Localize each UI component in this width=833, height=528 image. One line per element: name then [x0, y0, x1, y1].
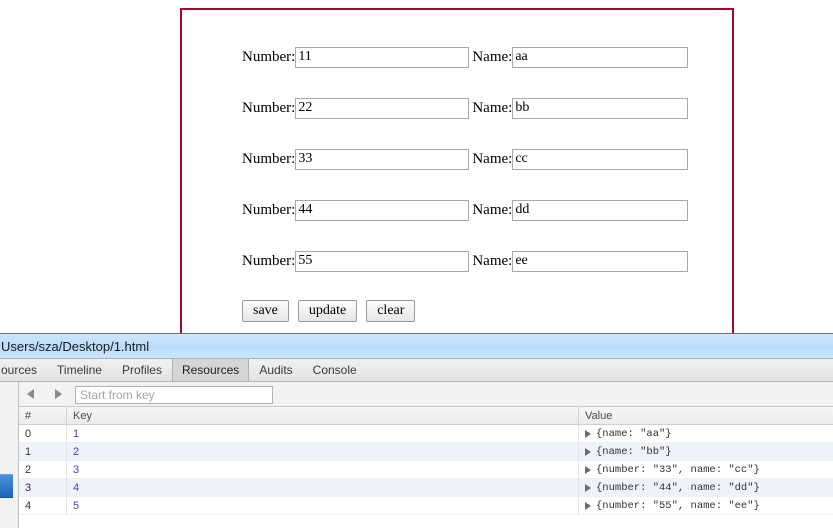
tab-profiles[interactable]: Profiles	[112, 359, 172, 381]
column-header-key[interactable]: Key	[67, 407, 579, 424]
name-input[interactable]	[512, 199, 689, 221]
tab-resources[interactable]: Resources	[171, 359, 250, 381]
devtools-tabbar: ources Timeline Profiles Resources Audit…	[0, 359, 833, 382]
number-label: Number:	[242, 202, 296, 218]
cell-value: {number: "33", name: "cc"}	[579, 461, 833, 478]
form-actions: save update clear	[242, 300, 416, 322]
number-input[interactable]	[295, 199, 470, 221]
cell-value: {number: "44", name: "dd"}	[579, 479, 833, 496]
table-row[interactable]: 4 5 {number: "55", name: "ee"}	[19, 497, 833, 515]
tab-label: Timeline	[57, 363, 102, 377]
start-from-key-input[interactable]	[75, 386, 273, 404]
disclosure-triangle-icon[interactable]	[585, 465, 591, 474]
disclosure-triangle-icon[interactable]	[585, 447, 591, 456]
record-row: Number: Name:	[242, 250, 689, 272]
name-input[interactable]	[512, 148, 689, 170]
cell-value-text: {number: "44", name: "dd"}	[596, 481, 760, 494]
cell-value: {name: "aa"}	[579, 425, 833, 442]
triangle-right-icon[interactable]	[50, 386, 66, 402]
number-input[interactable]	[295, 46, 470, 68]
devtools-panel: Users/sza/Desktop/1.html ources Timeline…	[0, 333, 833, 528]
name-label: Name:	[472, 100, 513, 116]
tab-timeline[interactable]: Timeline	[47, 359, 112, 381]
cell-index: 1	[19, 443, 67, 460]
web-page-viewport: Number: Name: Number: Name: Number: Name…	[0, 0, 833, 333]
triangle-left-icon[interactable]	[22, 386, 38, 402]
name-label: Name:	[472, 49, 513, 65]
cell-key: 4	[67, 479, 579, 496]
cell-value: {name: "bb"}	[579, 443, 833, 460]
column-header-value[interactable]: Value	[579, 407, 833, 424]
tab-audits[interactable]: Audits	[249, 359, 302, 381]
name-input[interactable]	[512, 46, 689, 68]
record-row: Number: Name:	[242, 46, 689, 68]
number-label: Number:	[242, 49, 296, 65]
save-button[interactable]: save	[242, 300, 289, 322]
disclosure-triangle-icon[interactable]	[585, 501, 591, 510]
tab-label: Console	[312, 363, 357, 377]
cell-key: 1	[67, 425, 579, 442]
number-input[interactable]	[295, 148, 470, 170]
tab-label: Resources	[181, 363, 240, 377]
update-button[interactable]: update	[297, 300, 358, 322]
table-row[interactable]: 0 1 {name: "aa"}	[19, 425, 833, 443]
disclosure-triangle-icon[interactable]	[585, 429, 591, 438]
table-row[interactable]: 2 3 {number: "33", name: "cc"}	[19, 461, 833, 479]
name-label: Name:	[472, 253, 513, 269]
tab-sources[interactable]: ources	[0, 359, 47, 381]
number-label: Number:	[242, 253, 296, 269]
name-label: Name:	[472, 151, 513, 167]
tab-label: ources	[1, 363, 38, 377]
cell-key: 2	[67, 443, 579, 460]
record-row: Number: Name:	[242, 199, 689, 221]
number-input[interactable]	[295, 97, 470, 119]
cell-index: 2	[19, 461, 67, 478]
cell-index: 0	[19, 425, 67, 442]
table-row[interactable]: 3 4 {number: "44", name: "dd"}	[19, 479, 833, 497]
number-label: Number:	[242, 100, 296, 116]
devtools-sidebar-strip	[0, 382, 19, 528]
cell-index: 3	[19, 479, 67, 496]
name-label: Name:	[472, 202, 513, 218]
cell-value-text: {name: "aa"}	[596, 427, 672, 440]
number-label: Number:	[242, 151, 296, 167]
indexeddb-datagrid: # Key Value 0 1 {name: "aa"} 1 2 {name: …	[19, 407, 833, 528]
cell-value-text: {name: "bb"}	[596, 445, 672, 458]
column-header-index[interactable]: #	[19, 407, 67, 424]
cell-key: 3	[67, 461, 579, 478]
form-container: Number: Name: Number: Name: Number: Name…	[180, 8, 734, 333]
cell-index: 4	[19, 497, 67, 514]
clear-button[interactable]: clear	[366, 300, 416, 322]
record-row: Number: Name:	[242, 148, 689, 170]
table-row[interactable]: 1 2 {name: "bb"}	[19, 443, 833, 461]
number-input[interactable]	[295, 250, 470, 272]
cell-value: {number: "55", name: "ee"}	[579, 497, 833, 514]
name-input[interactable]	[512, 250, 689, 272]
name-input[interactable]	[512, 97, 689, 119]
cell-value-text: {number: "55", name: "ee"}	[596, 499, 760, 512]
disclosure-triangle-icon[interactable]	[585, 483, 591, 492]
cell-value-text: {number: "33", name: "cc"}	[596, 463, 760, 476]
window-titlebar: Users/sza/Desktop/1.html	[0, 334, 833, 359]
tab-label: Audits	[259, 363, 293, 377]
sidebar-selected-item[interactable]	[0, 474, 13, 498]
cell-key: 5	[67, 497, 579, 514]
tab-label: Profiles	[121, 363, 162, 377]
table-header-row: # Key Value	[19, 407, 833, 425]
record-row: Number: Name:	[242, 97, 689, 119]
window-title: Users/sza/Desktop/1.html	[1, 338, 150, 354]
tab-console[interactable]: Console	[303, 359, 367, 381]
